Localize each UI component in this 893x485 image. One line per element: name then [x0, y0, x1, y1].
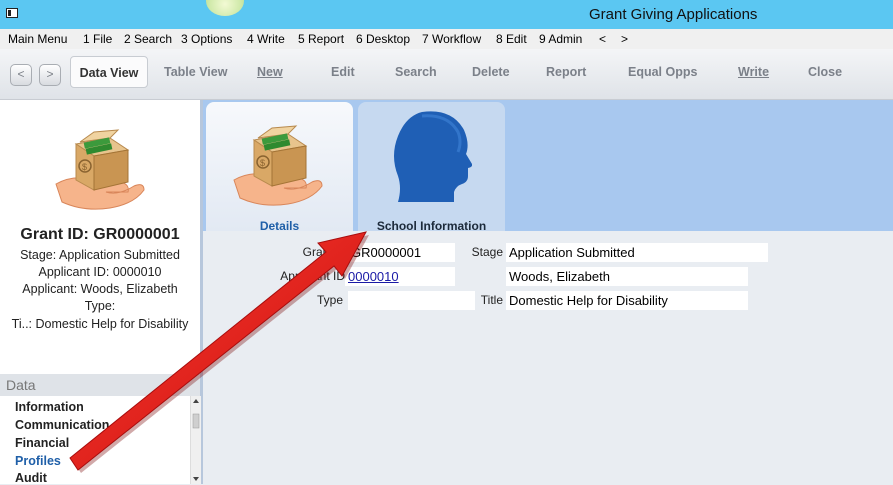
left-panel: $ Grant ID: GR0000001 Stage: Application… [0, 100, 203, 485]
forward-button[interactable]: > [39, 64, 61, 86]
stage-field[interactable]: Application Submitted [506, 243, 768, 262]
report-button[interactable]: Report [546, 65, 586, 79]
grant-box-hand-icon: $ [55, 129, 145, 210]
svg-text:$: $ [82, 162, 87, 172]
menu-desktop[interactable]: 6 Desktop [356, 32, 410, 46]
menu-report[interactable]: 5 Report [298, 32, 344, 46]
table-view-button[interactable]: Table View [164, 65, 227, 79]
menu-main-menu[interactable]: Main Menu [8, 32, 67, 46]
close-button[interactable]: Close [808, 65, 842, 79]
menu-workflow[interactable]: 7 Workflow [422, 32, 481, 46]
title-field[interactable]: Domestic Help for Disability [506, 291, 748, 310]
menu-write[interactable]: 4 Write [247, 32, 285, 46]
data-panel-header: Data [0, 374, 200, 396]
tab-school-information-label: School Information [376, 219, 487, 233]
tab-details-label: Details [259, 219, 300, 233]
app-orb-icon [206, 0, 244, 16]
summary-grant-id: Grant ID: GR0000001 [20, 226, 180, 243]
menu-edit[interactable]: 8 Edit [496, 32, 527, 46]
menu-scroll-prev[interactable]: < [599, 32, 606, 46]
grant-box-hand-icon: $ [233, 125, 323, 206]
menu-options[interactable]: 3 Options [181, 32, 232, 46]
summary-title: Ti..: Domestic Help for Disability [11, 317, 189, 331]
main-content: $ Details School Information Grant ID GR… [203, 100, 893, 484]
record-summary: $ Grant ID: GR0000001 Stage: Application… [0, 100, 200, 372]
grant-id-label: Grant ID [302, 245, 348, 259]
menu-admin[interactable]: 9 Admin [539, 32, 582, 46]
title-label: Title [480, 293, 503, 307]
applicant-id-label: Applicant ID [280, 269, 345, 283]
summary-type: Type: [84, 299, 116, 313]
scrollbar-arrows-icon [192, 399, 200, 481]
search-button[interactable]: Search [395, 65, 437, 79]
menu-bar: Main Menu 1 File 2 Search 3 Options 4 Wr… [0, 29, 893, 49]
tab-strip: $ Details School Information [203, 100, 893, 233]
grant-id-field[interactable]: GR0000001 [348, 243, 455, 262]
data-view-button[interactable]: Data View [70, 56, 148, 88]
data-item-information[interactable]: Information [15, 400, 84, 414]
head-silhouette-icon [394, 111, 472, 202]
menu-file[interactable]: 1 File [83, 32, 112, 46]
data-item-profiles[interactable]: Profiles [15, 454, 61, 468]
new-button[interactable]: New [257, 65, 283, 79]
applicant-name-field[interactable]: Woods, Elizabeth [506, 267, 748, 286]
equal-opps-button[interactable]: Equal Opps [628, 65, 697, 79]
delete-button[interactable]: Delete [472, 65, 510, 79]
summary-stage: Stage: Application Submitted [20, 248, 180, 262]
window-title: Grant Giving Applications [589, 6, 758, 23]
edit-button[interactable]: Edit [331, 65, 355, 79]
write-button[interactable]: Write [738, 65, 769, 79]
svg-text:$: $ [260, 158, 265, 168]
data-item-audit[interactable]: Audit [15, 471, 47, 485]
applicant-id-link[interactable]: 0000010 [348, 269, 399, 284]
summary-applicant-id: Applicant ID: 0000010 [38, 265, 162, 279]
data-item-communication[interactable]: Communication [15, 418, 109, 432]
type-label: Type [316, 293, 343, 307]
data-panel-scrollbar[interactable] [190, 396, 201, 484]
stage-label: Stage [471, 245, 503, 259]
summary-applicant: Applicant: Woods, Elizabeth [22, 282, 178, 296]
menu-scroll-next[interactable]: > [621, 32, 628, 46]
window-menu-icon[interactable] [6, 8, 18, 18]
type-field[interactable] [348, 291, 475, 310]
back-button[interactable]: < [10, 64, 32, 86]
menu-search[interactable]: 2 Search [124, 32, 172, 46]
title-bar: Grant Giving Applications [0, 0, 893, 29]
data-panel-list: Information Communication Financial Prof… [0, 396, 190, 485]
tab-details[interactable]: $ Details [206, 102, 353, 233]
data-item-financial[interactable]: Financial [15, 436, 69, 450]
tab-school-information[interactable]: School Information [358, 102, 505, 233]
toolbar: < > Data View Table View New Edit Search… [0, 49, 893, 100]
applicant-id-field[interactable]: 0000010 [345, 267, 455, 286]
